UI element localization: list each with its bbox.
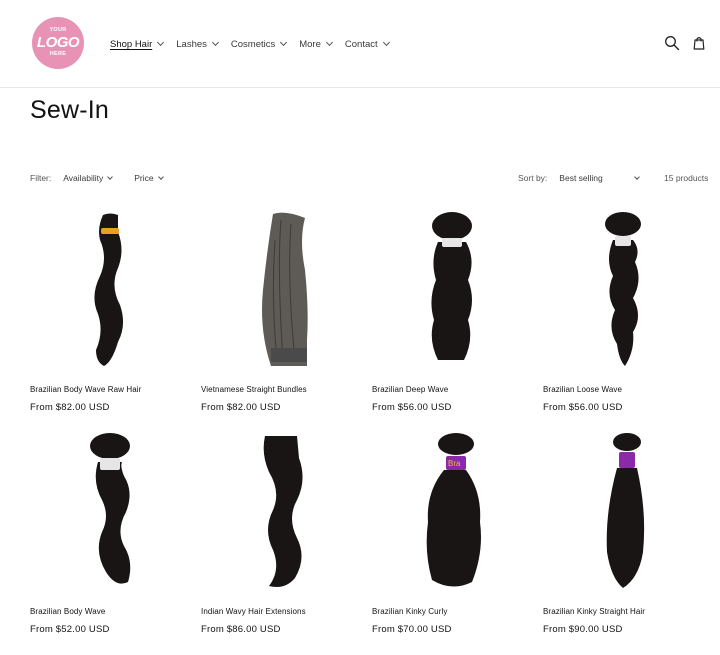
nav-lashes[interactable]: Lashes (176, 37, 219, 51)
product-band (100, 458, 120, 470)
logo-text-bottom: HERE (49, 51, 67, 57)
main-nav: Shop Hair Lashes Cosmetics More Contact (110, 37, 402, 51)
product-price: From $70.00 USD (372, 624, 452, 635)
nav-contact[interactable]: Contact (344, 37, 390, 51)
cart-icon[interactable] (691, 35, 707, 51)
product-price: From $86.00 USD (201, 624, 281, 635)
product-price: From $90.00 USD (543, 624, 623, 635)
filter-bar: Filter: Availability Price (30, 173, 185, 183)
product-price: From $56.00 USD (372, 402, 452, 413)
product-title[interactable]: Brazilian Kinky Curly (372, 607, 447, 616)
chevron-down-icon (211, 38, 219, 47)
product-price: From $56.00 USD (543, 402, 623, 413)
product-image[interactable] (30, 210, 190, 370)
product-band (101, 228, 119, 234)
product-image[interactable]: Bra (372, 432, 532, 592)
product-price: From $82.00 USD (30, 402, 110, 413)
filter-price-label: Price (134, 173, 154, 183)
chevron-down-icon (280, 38, 288, 47)
product-title[interactable]: Brazilian Body Wave Raw Hair (30, 385, 141, 394)
product-title[interactable]: Brazilian Loose Wave (543, 385, 622, 394)
sort-label: Sort by: (518, 173, 548, 183)
product-title[interactable]: Brazilian Deep Wave (372, 385, 448, 394)
store-logo[interactable]: YOUR LOGO HERE (32, 17, 84, 69)
filter-availability[interactable]: Availability (63, 173, 114, 183)
nav-shop-hair[interactable]: Shop Hair (110, 37, 165, 51)
product-title[interactable]: Brazilian Body Wave (30, 607, 105, 616)
sort-select[interactable]: Best selling (559, 173, 643, 183)
product-image[interactable] (543, 210, 703, 370)
product-image[interactable] (201, 432, 361, 592)
chevron-down-icon (157, 38, 165, 47)
search-icon[interactable] (664, 35, 680, 51)
filter-price[interactable]: Price (134, 173, 164, 183)
nav-label: More (299, 38, 321, 50)
product-title[interactable]: Indian Wavy Hair Extensions (201, 607, 306, 616)
product-title[interactable]: Brazilian Kinky Straight Hair (543, 607, 645, 616)
nav-label: Lashes (176, 38, 207, 50)
product-band (619, 452, 635, 468)
product-image[interactable] (30, 432, 190, 592)
product-title[interactable]: Vietnamese Straight Bundles (201, 385, 307, 394)
chevron-down-icon (157, 173, 164, 180)
chevron-down-icon (382, 38, 390, 47)
filter-label: Filter: (30, 173, 52, 183)
product-band-label: Bra (448, 459, 461, 468)
product-count: 15 products (664, 173, 709, 183)
nav-label: Contact (344, 38, 378, 50)
filter-availability-label: Availability (63, 173, 104, 183)
product-band (442, 238, 462, 247)
sort-bar: Sort by: Best selling (518, 173, 643, 183)
product-band (615, 236, 631, 246)
chevron-down-icon (107, 173, 114, 180)
product-price: From $52.00 USD (30, 624, 110, 635)
nav-cosmetics[interactable]: Cosmetics (230, 37, 288, 51)
product-image[interactable] (543, 432, 703, 592)
nav-more[interactable]: More (299, 37, 333, 51)
chevron-down-icon (325, 38, 333, 47)
page-title: Sew-In (30, 96, 110, 124)
product-price: From $82.00 USD (201, 402, 281, 413)
nav-label: Shop Hair (110, 38, 153, 50)
nav-label: Cosmetics (230, 38, 276, 50)
logo-text-main: LOGO (36, 34, 80, 51)
product-image[interactable] (201, 210, 361, 370)
logo-text-top: YOUR (49, 27, 67, 33)
product-image[interactable] (372, 210, 532, 370)
chevron-down-icon (634, 173, 641, 180)
sort-selected-value: Best selling (559, 173, 603, 183)
site-header: YOUR LOGO HERE Shop Hair Lashes Cosmetic… (0, 0, 720, 88)
